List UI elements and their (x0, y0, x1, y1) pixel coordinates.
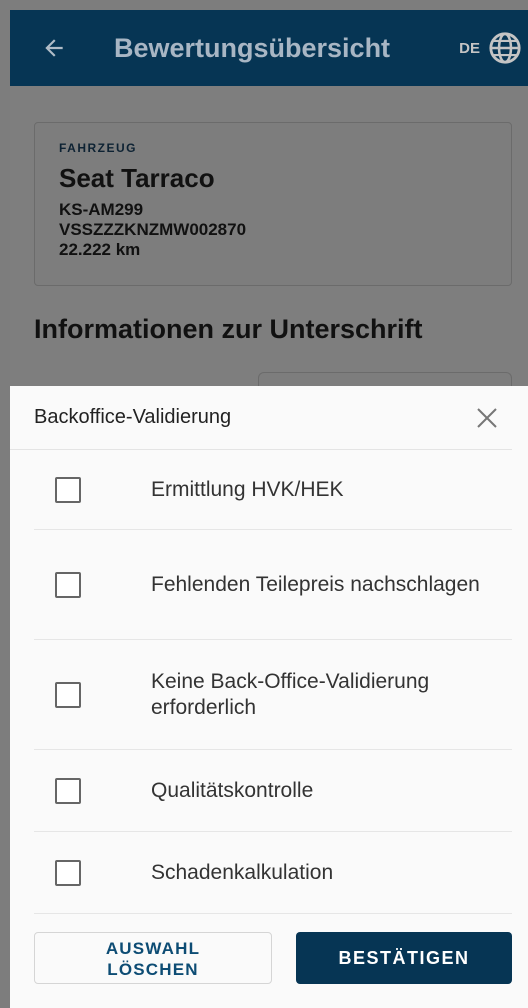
backoffice-validation-sheet: Backoffice-Validierung Ermittlung HVK/HE… (10, 386, 528, 1008)
option-label: Ermittlung HVK/HEK (151, 477, 344, 501)
clear-selection-label-line1: AUSWAHL (105, 939, 201, 958)
sheet-title: Backoffice-Validierung (34, 406, 232, 428)
checkbox[interactable] (55, 681, 81, 708)
option-label: Fehlenden Teilepreis nachschlagen (151, 572, 480, 596)
checkbox[interactable] (55, 476, 81, 503)
close-icon (477, 407, 497, 428)
vehicle-mileage: 22.222 km (59, 240, 141, 259)
signature-section-heading: Informationen zur Unterschrift (34, 314, 423, 344)
close-button[interactable] (472, 403, 502, 433)
page-content: FAHRZEUG Seat Tarraco KS-AM299 VSSZZZKNZ… (10, 86, 528, 402)
vehicle-card: FAHRZEUG Seat Tarraco KS-AM299 VSSZZZKNZ… (34, 122, 512, 286)
arrow-left-icon (45, 39, 63, 57)
sheet-actions: AUSWAHL LÖSCHEN BESTÄTIGEN (34, 932, 512, 984)
clear-selection-label-line2: LÖSCHEN (107, 960, 199, 979)
sheet-header: Backoffice-Validierung (10, 386, 512, 450)
page-title: Bewertungsübersicht (114, 32, 391, 63)
vehicle-name: Seat Tarraco (59, 163, 215, 193)
option-schadenkalkulation[interactable]: Schadenkalkulation (34, 832, 512, 914)
option-label: Qualitätskontrolle (151, 778, 314, 802)
vehicle-plate: KS-AM299 (59, 200, 144, 219)
checkbox[interactable] (55, 777, 81, 804)
option-label: Keine Back-Office-Validierung erforderli… (151, 669, 430, 719)
confirm-button[interactable]: BESTÄTIGEN (296, 932, 512, 984)
checkbox[interactable] (55, 859, 81, 886)
option-keine-validierung[interactable]: Keine Back-Office-Validierung erforderli… (34, 640, 512, 750)
globe-icon (489, 32, 521, 64)
vehicle-vin: VSSZZZKNZMW002870 (59, 220, 247, 239)
language-button[interactable] (488, 31, 522, 65)
checkbox[interactable] (55, 571, 81, 598)
option-label: Schadenkalkulation (151, 860, 334, 884)
clear-selection-button[interactable]: AUSWAHL LÖSCHEN (34, 932, 272, 984)
app-bar: Bewertungsübersicht DE (10, 10, 528, 86)
option-fehlenden-teilepreis[interactable]: Fehlenden Teilepreis nachschlagen (34, 530, 512, 640)
vehicle-overline: FAHRZEUG (59, 141, 137, 155)
back-button[interactable] (34, 28, 74, 68)
option-qualitaetskontrolle[interactable]: Qualitätskontrolle (34, 750, 512, 832)
language-label[interactable]: DE (459, 40, 480, 57)
option-ermittlung-hvk-hek[interactable]: Ermittlung HVK/HEK (34, 450, 512, 530)
